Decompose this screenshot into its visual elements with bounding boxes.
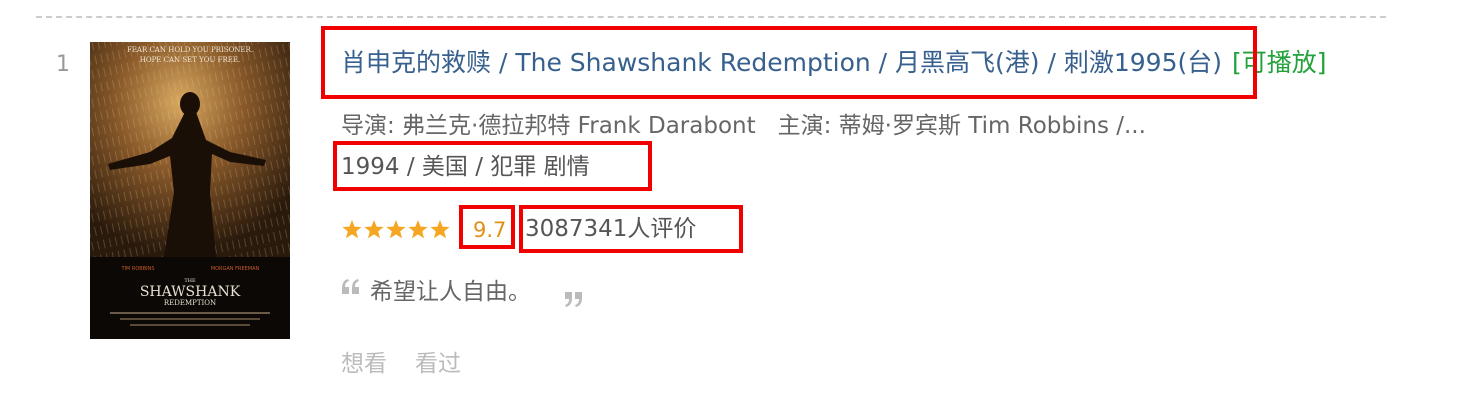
open-quote-icon: [342, 279, 359, 294]
poster-title-sub: REDEMPTION: [164, 299, 216, 307]
movie-poster[interactable]: FEAR CAN HOLD YOU PRISONER. HOPE CAN SET…: [90, 42, 290, 339]
close-quote-icon: [565, 292, 582, 307]
director-text: 导演: 弗兰克·德拉邦特 Frank Darabont: [341, 113, 756, 139]
quote-text: 希望让人自由。: [370, 279, 531, 305]
poster-title-main: SHAWSHANK: [140, 284, 241, 300]
poster-cast-right: MORGAN FREEMAN: [211, 266, 260, 272]
cast-text: 主演: 蒂姆·罗宾斯 Tim Robbins /...: [777, 113, 1146, 139]
highlight-box-votes: [519, 205, 743, 253]
poster-tagline-1: FEAR CAN HOLD YOU PRISONER.: [127, 46, 253, 54]
dashed-divider: [36, 16, 1386, 18]
rating-stars-icon: [342, 220, 450, 239]
rank-number: 1: [56, 52, 70, 77]
want-to-watch-link[interactable]: 想看: [341, 351, 387, 377]
highlight-box-meta: [333, 141, 652, 191]
poster-cast-left: TIM ROBBINS: [120, 266, 154, 272]
poster-tagline-2: HOPE CAN SET YOU FREE.: [140, 56, 241, 64]
highlight-box-title: [321, 26, 1257, 99]
actions-row: 想看 看过: [341, 348, 461, 380]
highlight-box-score: [459, 205, 515, 249]
watched-link[interactable]: 看过: [415, 351, 461, 377]
credits-line: 导演: 弗兰克·德拉邦特 Frank Darabont 主演: 蒂姆·罗宾斯 Ti…: [341, 110, 1146, 142]
